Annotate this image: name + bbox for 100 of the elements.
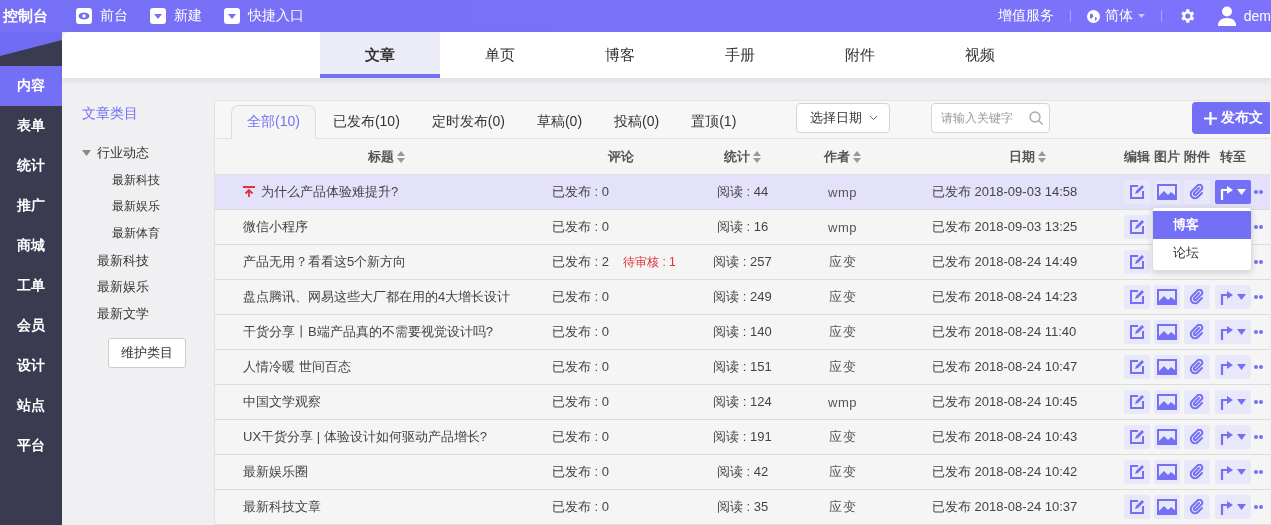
- attachment-button[interactable]: [1184, 390, 1210, 414]
- move-to-button[interactable]: [1215, 460, 1251, 484]
- column-header[interactable]: 标题: [368, 147, 405, 166]
- section-tab[interactable]: 单页: [440, 32, 560, 78]
- search-field[interactable]: 请输入关键字: [931, 103, 1051, 133]
- sort-icon[interactable]: [853, 150, 861, 163]
- move-to-button[interactable]: [1215, 495, 1251, 519]
- article-title[interactable]: 干货分享丨B端产品真的不需要视觉设计吗?: [243, 323, 493, 341]
- section-tab[interactable]: 附件: [800, 32, 920, 78]
- attachment-button[interactable]: [1184, 425, 1210, 449]
- category-item[interactable]: 最新体育: [112, 225, 160, 243]
- filter-tab[interactable]: 置顶(1): [676, 105, 752, 138]
- menu-item[interactable]: 博客: [1153, 211, 1251, 239]
- edit-button[interactable]: [1124, 285, 1150, 309]
- sort-icon[interactable]: [397, 150, 405, 163]
- article-title[interactable]: 人情冷暖 世间百态: [243, 358, 351, 376]
- table-row[interactable]: 最新娱乐圈 已发布 : 0 阅读 : 42 应变 已发布 2018-08-24 10:42: [215, 455, 1270, 490]
- image-button[interactable]: [1154, 320, 1180, 344]
- more-icon[interactable]: [1254, 470, 1263, 474]
- top-link[interactable]: 新建: [150, 7, 202, 25]
- filter-tab[interactable]: 定时发布(0): [416, 105, 520, 138]
- table-row[interactable]: 最新科技文章 已发布 : 0 阅读 : 35 应变 已发布 2018-08-24 10:37: [215, 490, 1270, 525]
- move-to-button[interactable]: [1215, 355, 1251, 379]
- move-to-button[interactable]: [1215, 390, 1251, 414]
- more-icon[interactable]: [1254, 400, 1263, 404]
- edit-button[interactable]: [1124, 180, 1150, 204]
- article-title[interactable]: UX干货分享 | 体验设计如何驱动产品增长?: [243, 428, 487, 446]
- attachment-button[interactable]: [1184, 460, 1210, 484]
- more-icon[interactable]: [1254, 505, 1263, 509]
- move-to-button[interactable]: [1215, 285, 1251, 309]
- attachment-button[interactable]: [1184, 180, 1210, 204]
- nav-item[interactable]: 统计: [0, 146, 62, 186]
- nav-item[interactable]: 工单: [0, 266, 62, 306]
- category-item[interactable]: 行业动态: [97, 144, 149, 163]
- category-item[interactable]: 最新科技: [97, 251, 149, 270]
- sort-icon[interactable]: [753, 150, 761, 163]
- move-to-button[interactable]: [1215, 180, 1251, 204]
- more-icon[interactable]: [1254, 260, 1263, 264]
- top-link[interactable]: 快捷入口: [224, 7, 304, 25]
- filter-tab[interactable]: 全部(10): [231, 105, 316, 139]
- service-link[interactable]: 增值服务: [997, 7, 1054, 25]
- image-button[interactable]: [1154, 425, 1180, 449]
- edit-button[interactable]: [1124, 320, 1150, 344]
- nav-item[interactable]: 设计: [0, 346, 62, 386]
- table-row[interactable]: 人情冷暖 世间百态 已发布 : 0 阅读 : 151 应变 已发布 2018-08-24 10:47: [215, 350, 1270, 385]
- article-title[interactable]: 最新娱乐圈: [243, 463, 308, 481]
- top-link[interactable]: 前台: [76, 7, 128, 25]
- attachment-button[interactable]: [1184, 285, 1210, 309]
- nav-item[interactable]: 表单: [0, 106, 62, 146]
- column-header[interactable]: 日期: [1008, 147, 1046, 166]
- category-item[interactable]: 最新娱乐: [112, 198, 160, 216]
- search-icon[interactable]: [1029, 111, 1044, 125]
- image-button[interactable]: [1154, 285, 1180, 309]
- article-title[interactable]: 中国文学观察: [243, 393, 321, 411]
- attachment-button[interactable]: [1184, 495, 1210, 519]
- more-icon[interactable]: [1254, 365, 1263, 369]
- image-button[interactable]: [1154, 390, 1180, 414]
- caret-down-icon[interactable]: [82, 150, 91, 157]
- nav-item[interactable]: 推广: [0, 186, 62, 226]
- nav-item[interactable]: 内容: [0, 66, 62, 106]
- sort-icon[interactable]: [1037, 150, 1046, 163]
- more-icon[interactable]: [1254, 330, 1263, 334]
- manage-categories-button[interactable]: 维护类目: [108, 337, 186, 368]
- table-row[interactable]: 盘点腾讯、网易这些大厂都在用的4大增长设计 已发布 : 0 阅读 : 249 应变 已发布 2018-08-24 14:23: [215, 280, 1270, 315]
- image-button[interactable]: [1154, 495, 1180, 519]
- nav-item[interactable]: 平台: [0, 426, 62, 466]
- section-tab[interactable]: 文章: [320, 32, 440, 78]
- more-icon[interactable]: [1254, 295, 1263, 299]
- move-to-button[interactable]: [1215, 320, 1251, 344]
- edit-button[interactable]: [1124, 355, 1150, 379]
- edit-button[interactable]: [1124, 250, 1150, 274]
- edit-button[interactable]: [1124, 390, 1150, 414]
- image-button[interactable]: [1154, 180, 1180, 204]
- table-row[interactable]: 中国文学观察 已发布 : 0 阅读 : 124 wmp 已发布 2018-08-24 10:45: [215, 385, 1270, 420]
- user-menu[interactable]: dem: [1217, 6, 1271, 26]
- category-item[interactable]: 最新娱乐: [97, 278, 149, 297]
- nav-item[interactable]: 会员: [0, 306, 62, 346]
- nav-item[interactable]: 站点: [0, 386, 62, 426]
- section-tab[interactable]: 视频: [920, 32, 1040, 78]
- filter-tab[interactable]: 草稿(0): [521, 105, 598, 138]
- section-tab[interactable]: 博客: [560, 32, 680, 78]
- filter-tab[interactable]: 已发布(10): [317, 105, 415, 138]
- article-title[interactable]: 盘点腾讯、网易这些大厂都在用的4大增长设计: [243, 288, 511, 306]
- edit-button[interactable]: [1124, 425, 1150, 449]
- edit-button[interactable]: [1124, 495, 1150, 519]
- image-button[interactable]: [1154, 355, 1180, 379]
- article-title[interactable]: 微信小程序: [243, 218, 308, 236]
- category-item[interactable]: 最新文学: [97, 305, 149, 324]
- table-row[interactable]: UX干货分享 | 体验设计如何驱动产品增长? 已发布 : 0 阅读 : 191 应变 已发布 2018-08-24 10:43: [215, 420, 1270, 455]
- article-title[interactable]: 产品无用？看看这5个新方向: [243, 253, 407, 271]
- date-picker[interactable]: 选择日期: [796, 103, 891, 133]
- more-icon[interactable]: [1254, 435, 1263, 439]
- table-row[interactable]: 干货分享丨B端产品真的不需要视觉设计吗? 已发布 : 0 阅读 : 140 应变 已发布 2018-08-24 11:40: [215, 315, 1270, 350]
- more-icon[interactable]: [1254, 225, 1263, 229]
- filter-tab[interactable]: 投稿(0): [599, 105, 675, 138]
- category-item[interactable]: 最新科技: [112, 171, 160, 189]
- edit-button[interactable]: [1124, 460, 1150, 484]
- more-icon[interactable]: [1254, 190, 1263, 194]
- section-tab[interactable]: 手册: [680, 32, 800, 78]
- column-header[interactable]: 作者: [824, 147, 861, 166]
